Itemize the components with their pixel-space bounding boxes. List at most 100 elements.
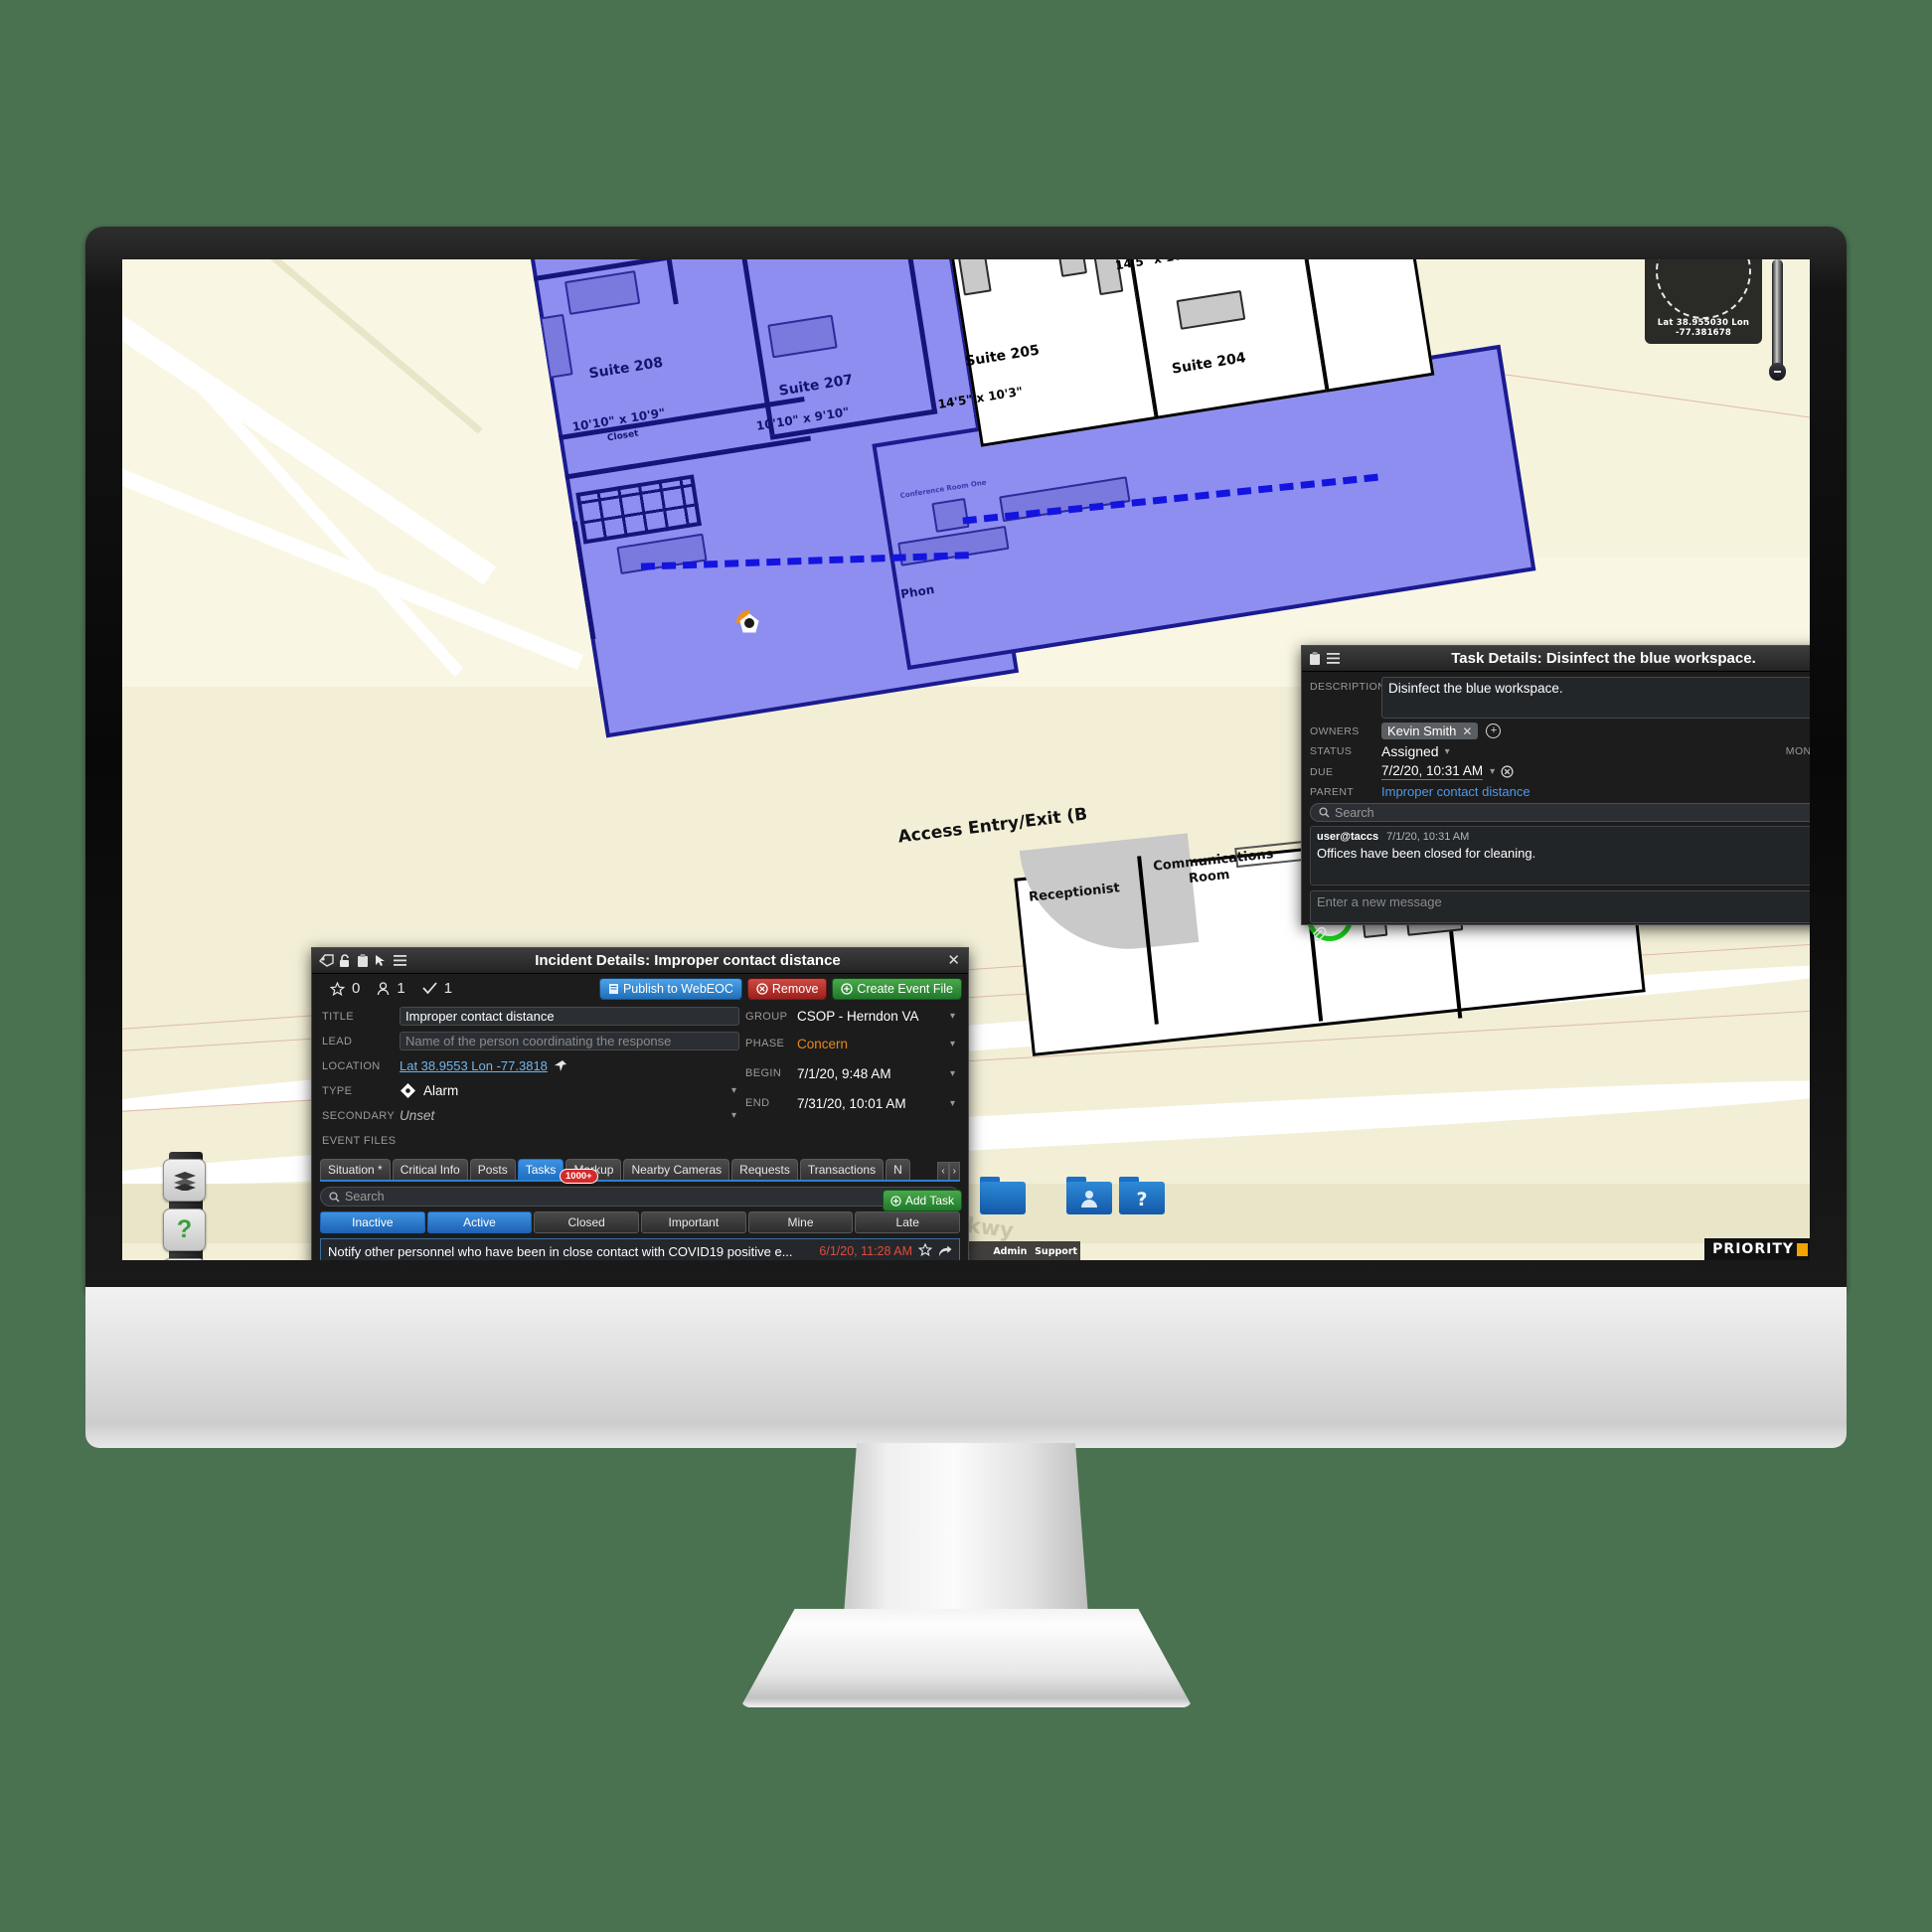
title-input[interactable]: Improper contact distance (400, 1007, 739, 1026)
due-value[interactable]: 7/2/20, 10:31 AM (1381, 763, 1484, 780)
attachment-icon[interactable] (1310, 926, 1327, 943)
add-task-button[interactable]: Add Task (882, 1190, 962, 1211)
zoom-track[interactable] (1772, 259, 1783, 371)
type-value: Alarm (423, 1083, 459, 1098)
publish-to-webeoc-button[interactable]: Publish to WebEOC (598, 978, 742, 1000)
svg-text:?: ? (1136, 1189, 1147, 1208)
remove-owner-icon[interactable]: ✕ (1462, 724, 1472, 738)
add-owner-button[interactable]: + (1486, 724, 1502, 738)
chevron-down-icon[interactable]: ▾ (950, 1098, 958, 1109)
incident-titlebar-icons (312, 953, 407, 968)
task-search-bar[interactable]: Search (320, 1187, 960, 1207)
incident-tabs: Situation *Critical InfoPostsTasksMarkup… (320, 1159, 960, 1182)
new-message-placeholder: Enter a new message (1317, 894, 1442, 909)
monitor-toggle[interactable]: MONITOR (1786, 744, 1810, 758)
star-count: 0 (352, 980, 361, 997)
clear-due-icon[interactable] (1501, 765, 1514, 778)
event-files-label: EVENT FILES (322, 1134, 397, 1147)
chevron-down-icon[interactable]: ▾ (731, 1085, 739, 1096)
end-label: END (745, 1097, 770, 1109)
task-list[interactable]: Notify other personnel who have been in … (320, 1238, 960, 1260)
task-filter-mine[interactable]: Mine (747, 1211, 854, 1233)
close-icon[interactable]: ✕ (947, 952, 960, 970)
message-body: Offices have been closed for cleaning. (1317, 846, 1536, 861)
compass-dial (1656, 259, 1751, 319)
message-search-bar[interactable]: Search (1310, 803, 1810, 822)
task-filter-important[interactable]: Important (641, 1211, 746, 1233)
task-filter-closed[interactable]: Closed (534, 1211, 640, 1233)
map-zoom-slider[interactable] (1769, 259, 1786, 381)
create-event-file-button[interactable]: Create Event File (832, 978, 962, 1000)
begin-row[interactable]: BEGIN 7/1/20, 9:48 AM ▾ (745, 1058, 958, 1088)
app-folder-support[interactable]: ? (1114, 1177, 1170, 1214)
check-count: 1 (443, 980, 453, 997)
task-star-toggle[interactable] (917, 1242, 933, 1259)
chevron-down-icon[interactable]: ▾ (950, 1039, 958, 1049)
type-row[interactable]: TYPE Alarm ▾ (322, 1078, 739, 1103)
chevron-down-icon[interactable]: ▾ (950, 1068, 958, 1079)
secondary-row[interactable]: SECONDARY Unset ▾ (322, 1103, 739, 1128)
app-folder-admin[interactable] (1064, 1177, 1114, 1214)
lead-input[interactable]: Name of the person coordinating the resp… (400, 1032, 739, 1050)
tab-transactions[interactable]: Transactions (799, 1159, 885, 1180)
task-filter-inactive[interactable]: Inactive (320, 1211, 425, 1233)
status-value[interactable]: Assigned (1381, 743, 1439, 759)
group-value: CSOP - Herndon VA (797, 1009, 919, 1024)
message-search-placeholder: Search (1335, 805, 1374, 820)
tab-posts[interactable]: Posts (469, 1159, 516, 1180)
chevron-down-icon[interactable]: ▾ (1445, 746, 1450, 757)
chevron-down-icon[interactable]: ▾ (1490, 766, 1495, 777)
message-list[interactable]: user@taccs 7/1/20, 10:31 AM Offices have … (1310, 826, 1810, 886)
search-icon (329, 1191, 340, 1203)
remove-button[interactable]: Remove (746, 978, 828, 1000)
tab-requests[interactable]: Requests (731, 1159, 798, 1180)
location-link[interactable]: Lat 38.9553 Lon -77.3818 (400, 1058, 548, 1073)
pin-icon[interactable] (554, 1059, 567, 1073)
tab-situation[interactable]: Situation * (320, 1159, 391, 1180)
parent-link[interactable]: Improper contact distance (1381, 784, 1530, 799)
owner-chip[interactable]: Kevin Smith ✕ (1381, 723, 1479, 739)
phase-label: PHASE (745, 1038, 785, 1049)
tags-icon (319, 954, 334, 967)
compass-widget[interactable]: Lat 38.955030 Lon -77.381678 (1645, 259, 1762, 344)
alarm-marker[interactable] (736, 610, 762, 636)
chevron-down-icon[interactable]: ▾ (731, 1110, 739, 1121)
tab-scroll-left-icon[interactable]: ‹ (937, 1162, 949, 1180)
app-label-support[interactable]: Support (1032, 1241, 1080, 1260)
app-label-admin[interactable]: Admin (989, 1241, 1033, 1260)
share-arrow-icon[interactable] (938, 1244, 952, 1258)
new-message-input[interactable]: Enter a new message ◢ (1310, 890, 1810, 923)
phase-row[interactable]: PHASE Concern ▾ (745, 1029, 958, 1058)
incident-title-bar[interactable]: Incident Details: Improper contact dista… (312, 948, 968, 974)
task-filter-active[interactable]: Active (426, 1211, 533, 1233)
task-row[interactable]: Notify other personnel who have been in … (321, 1239, 959, 1260)
folder-icon[interactable] (980, 1177, 1026, 1214)
tab-scroll-arrows: ‹ › (937, 1162, 960, 1180)
tab-scroll-right-icon[interactable]: › (948, 1162, 960, 1180)
help-button[interactable]: ? (163, 1208, 206, 1251)
tab-tasks[interactable]: Tasks (517, 1159, 564, 1180)
task-title-bar[interactable]: Task Details: Disinfect the blue workspa… (1302, 646, 1810, 672)
task-details-window[interactable]: Task Details: Disinfect the blue workspa… (1301, 645, 1810, 941)
zoom-knob[interactable] (1769, 363, 1786, 381)
chevron-down-icon[interactable]: ▾ (950, 1011, 958, 1022)
secondary-value: Unset (400, 1108, 435, 1123)
task-search-placeholder: Search (345, 1190, 385, 1204)
group-label: GROUP (745, 1010, 788, 1023)
menu-list-icon (1327, 653, 1340, 664)
group-row[interactable]: GROUP CSOP - Herndon VA ▾ (745, 1004, 958, 1029)
person-icon[interactable] (1066, 1177, 1112, 1214)
description-textarea[interactable]: Disinfect the blue workspace. ◢ (1381, 677, 1810, 719)
tab-critical-info[interactable]: Critical Info (392, 1159, 468, 1180)
incident-form-right: GROUP CSOP - Herndon VA ▾ PHASE Concern … (745, 1004, 958, 1153)
tab-n[interactable]: N (886, 1159, 910, 1180)
task-filter-late[interactable]: Late (855, 1211, 961, 1233)
end-row[interactable]: END 7/31/20, 10:01 AM ▾ (745, 1088, 958, 1118)
layers-button[interactable] (163, 1159, 206, 1202)
question-icon[interactable]: ? (1119, 1177, 1165, 1214)
close-button[interactable] (163, 1258, 206, 1260)
task-footer: Post (1310, 926, 1810, 943)
incident-details-window[interactable]: Incident Details: Improper contact dista… (311, 947, 969, 1260)
tab-nearby-cameras[interactable]: Nearby Cameras (623, 1159, 730, 1180)
status-row: STATUS Assigned ▾ MONITOR (1310, 743, 1810, 759)
